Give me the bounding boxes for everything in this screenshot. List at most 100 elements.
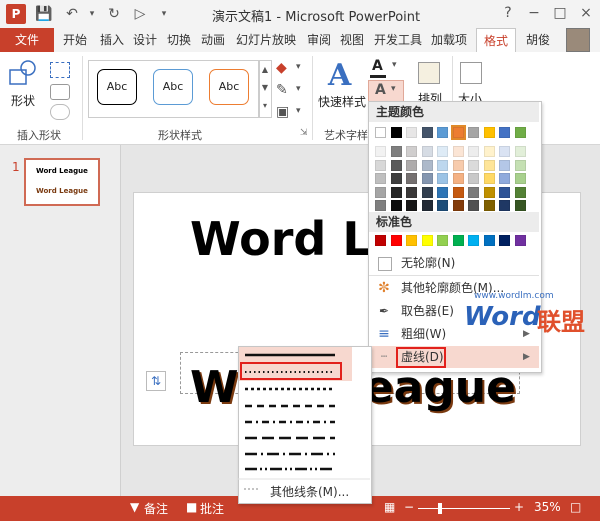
theme-shade-swatch[interactable] [514, 159, 526, 171]
theme-shade-swatch[interactable] [406, 200, 417, 211]
theme-shade-swatch[interactable] [390, 146, 402, 157]
theme-shade-swatch[interactable] [499, 200, 510, 211]
fill-dropdown-icon[interactable]: ▾ [296, 62, 301, 72]
theme-shade-swatch[interactable] [437, 173, 448, 184]
quick-styles-label[interactable]: 快速样式 [318, 93, 366, 110]
shape-outline-icon[interactable]: ✎ [276, 82, 292, 98]
theme-shade-swatch[interactable] [375, 200, 386, 211]
theme-color-swatch[interactable] [406, 127, 417, 138]
help-icon[interactable]: ? [496, 2, 520, 24]
theme-shade-swatch[interactable] [499, 159, 510, 171]
theme-shade-swatch[interactable] [468, 146, 479, 157]
undo-dropdown-icon[interactable]: ▾ [82, 5, 102, 23]
theme-shade-swatch[interactable] [468, 200, 479, 211]
tab-format[interactable]: 格式 [476, 28, 516, 52]
theme-color-swatch[interactable] [421, 127, 433, 138]
tab-slideshow[interactable]: 幻灯片放映 [236, 28, 296, 52]
tab-design[interactable]: 设计 [133, 28, 157, 52]
theme-shade-swatch[interactable] [499, 146, 510, 157]
quick-styles-icon[interactable]: A [328, 58, 351, 93]
tab-animations[interactable]: 动画 [201, 28, 225, 52]
tab-insert[interactable]: 插入 [100, 28, 124, 52]
gallery-scroll-icon[interactable]: ▲ ▼ ▾ [258, 60, 272, 118]
edit-shape-icon[interactable] [50, 62, 70, 78]
style-sample-dark[interactable]: Abc [97, 69, 137, 105]
theme-shade-swatch[interactable] [406, 159, 417, 171]
theme-shade-swatch[interactable] [437, 159, 448, 171]
menu-item-no-outline[interactable]: 无轮廓(N) [369, 252, 539, 274]
standard-color-swatch[interactable] [499, 235, 510, 246]
zoom-in-icon[interactable]: + [514, 500, 524, 514]
slideshow-icon[interactable]: ▷ [130, 5, 150, 23]
theme-color-swatch[interactable] [390, 127, 402, 138]
theme-shade-swatch[interactable] [468, 159, 479, 171]
zoom-level[interactable]: 35% [534, 500, 561, 514]
arrange-icon[interactable] [418, 62, 440, 84]
theme-shade-swatch[interactable] [390, 159, 402, 171]
fit-slide-icon[interactable]: □ [570, 500, 581, 514]
shape-icon[interactable] [8, 58, 38, 88]
tab-addins[interactable]: 加载项 [431, 28, 467, 52]
tab-home[interactable]: 开始 [63, 28, 87, 52]
theme-shade-swatch[interactable] [483, 200, 495, 211]
notes-button[interactable]: 备注 [144, 500, 168, 517]
text-fill-dropdown-icon[interactable]: ▾ [392, 60, 397, 70]
undo-icon[interactable]: ↶ [62, 5, 82, 23]
theme-shade-swatch[interactable] [514, 200, 526, 211]
shape-fill-icon[interactable]: ◆ [276, 60, 292, 76]
merge-shapes-icon[interactable] [50, 104, 70, 120]
standard-color-swatch[interactable] [468, 235, 479, 246]
standard-color-swatch[interactable] [483, 235, 495, 246]
theme-shade-swatch[interactable] [421, 159, 433, 171]
theme-shade-swatch[interactable] [499, 173, 510, 184]
style-sample-orange[interactable]: Abc [209, 69, 249, 105]
tab-view[interactable]: 视图 [340, 28, 364, 52]
maximize-icon[interactable]: □ [548, 2, 572, 24]
theme-shade-swatch[interactable] [406, 146, 417, 157]
theme-shade-swatch[interactable] [390, 200, 402, 211]
more-lines-option[interactable]: 其他线条(M)... [270, 483, 349, 500]
theme-color-swatch[interactable] [483, 127, 495, 138]
customize-icon[interactable]: ▾ [154, 5, 174, 23]
theme-shade-swatch[interactable] [483, 173, 495, 184]
standard-color-swatch[interactable] [514, 235, 526, 246]
theme-shade-swatch[interactable] [468, 173, 479, 184]
tab-file[interactable]: 文件 [0, 28, 54, 52]
standard-color-swatch[interactable] [390, 235, 402, 246]
shape-button-label[interactable]: 形状 [11, 92, 35, 109]
user-name[interactable]: 胡俊 [526, 28, 550, 52]
theme-shade-swatch[interactable] [499, 186, 510, 198]
theme-shade-swatch[interactable] [483, 146, 495, 157]
comments-icon[interactable]: ■ [186, 500, 197, 514]
dialog-launcher-icon[interactable]: ⇲ [300, 128, 308, 138]
zoom-slider-thumb[interactable] [438, 503, 442, 514]
layout-options-icon[interactable]: ⇅ [146, 371, 166, 391]
theme-shade-swatch[interactable] [390, 173, 402, 184]
theme-shade-swatch[interactable] [452, 200, 464, 211]
theme-shade-swatch[interactable] [514, 173, 526, 184]
text-box-icon[interactable] [50, 84, 70, 100]
notes-icon[interactable]: ▼ [130, 500, 139, 514]
theme-shade-swatch[interactable] [468, 186, 479, 198]
standard-color-swatch[interactable] [406, 235, 417, 246]
theme-shade-swatch[interactable] [421, 146, 433, 157]
zoom-slider[interactable] [418, 508, 510, 509]
tab-developer[interactable]: 开发工具 [374, 28, 422, 52]
theme-shade-swatch[interactable] [406, 173, 417, 184]
theme-shade-swatch[interactable] [514, 186, 526, 198]
tab-transitions[interactable]: 切换 [167, 28, 191, 52]
size-icon[interactable] [460, 62, 482, 84]
theme-shade-swatch[interactable] [421, 186, 433, 198]
theme-shade-swatch[interactable] [452, 146, 464, 157]
standard-color-swatch[interactable] [437, 235, 448, 246]
theme-shade-swatch[interactable] [421, 200, 433, 211]
theme-shade-swatch[interactable] [437, 200, 448, 211]
theme-shade-swatch[interactable] [514, 146, 526, 157]
theme-shade-swatch[interactable] [375, 173, 386, 184]
theme-shade-swatch[interactable] [375, 159, 386, 171]
powerpoint-app-icon[interactable]: P [6, 4, 26, 24]
theme-shade-swatch[interactable] [437, 186, 448, 198]
theme-shade-swatch[interactable] [390, 186, 402, 198]
theme-shade-swatch[interactable] [421, 173, 433, 184]
avatar[interactable] [566, 28, 590, 52]
